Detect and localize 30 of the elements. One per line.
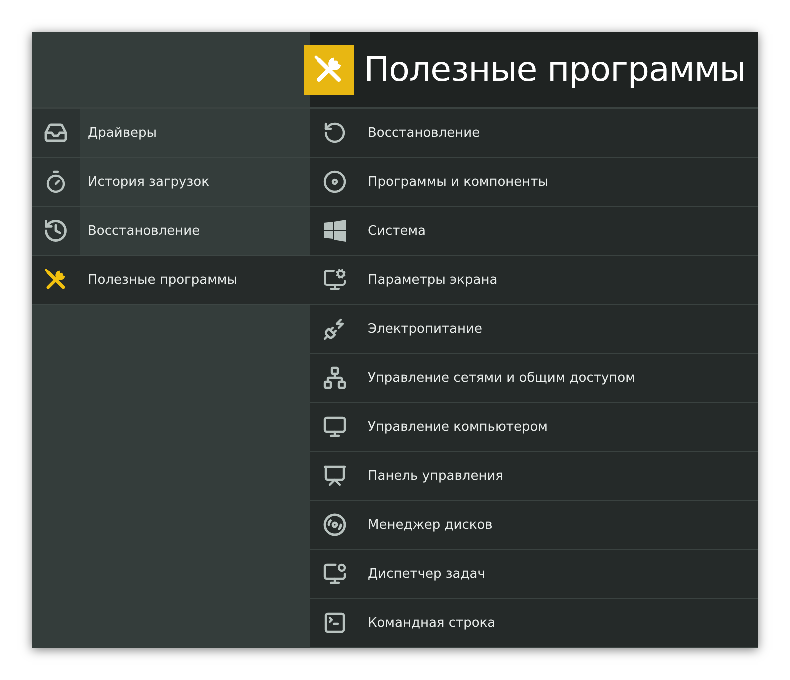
restore-icon: [323, 121, 347, 145]
history-icon: [43, 218, 69, 244]
sidebar-item[interactable]: Восстановление: [32, 207, 310, 256]
page-title: Полезные программы: [364, 50, 746, 90]
tool-item[interactable]: Командная строка: [310, 599, 758, 648]
tool-item[interactable]: Система: [310, 207, 758, 256]
windows-icon: [324, 220, 346, 242]
terminal-icon: [323, 611, 347, 635]
tool-item[interactable]: Программы и компоненты: [310, 158, 758, 207]
plug-icon: [323, 317, 347, 341]
tool-item[interactable]: Панель управления: [310, 452, 758, 501]
tool-item[interactable]: Диспетчер задач: [310, 550, 758, 599]
network-icon: [323, 366, 347, 390]
tool-item[interactable]: Восстановление: [310, 109, 758, 158]
tool-item[interactable]: Параметры экрана: [310, 256, 758, 305]
monitor-icon: [323, 562, 347, 586]
disc-icon: [323, 513, 347, 537]
timer-icon: [44, 170, 68, 194]
tray-icon: [44, 121, 68, 145]
tool-item[interactable]: Управление компьютером: [310, 403, 758, 452]
monitor-icon: [323, 415, 347, 439]
sidebar-item[interactable]: Драйверы: [32, 109, 310, 158]
monitor-gear-icon: [323, 268, 347, 292]
tool-item[interactable]: Управление сетями и общим доступом: [310, 354, 758, 403]
panel-icon: [323, 464, 347, 488]
sidebar-item[interactable]: История загрузок: [32, 158, 310, 207]
tool-item[interactable]: Электропитание: [310, 305, 758, 354]
tool-item[interactable]: Менеджер дисков: [310, 501, 758, 550]
sidebar-item[interactable]: Полезные программы: [32, 256, 310, 305]
disc-icon: [323, 170, 347, 194]
